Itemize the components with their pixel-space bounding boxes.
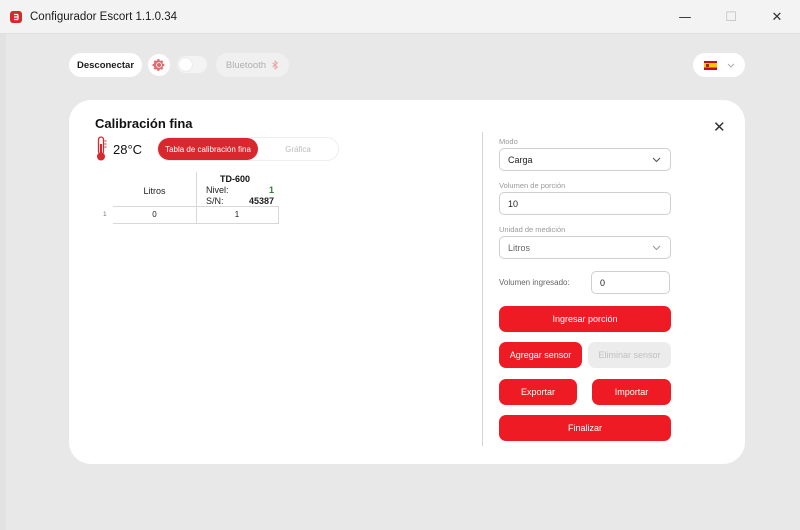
chevron-down-icon — [652, 157, 661, 163]
nivel-label: Nivel: — [206, 185, 229, 195]
nivel-value: 1 — [268, 185, 274, 195]
eliminar-sensor-button[interactable]: Eliminar sensor — [588, 342, 671, 368]
view-tabs: Tabla de calibración fina Gráfica — [157, 137, 339, 161]
litros-column-header: Litros — [143, 186, 166, 196]
window-title: Configurador Escort 1.1.0.34 — [30, 10, 178, 23]
row-index: 1 — [103, 211, 107, 218]
ingresar-porcion-button[interactable]: Ingresar porción — [499, 306, 671, 332]
sn-value: 45387 — [248, 196, 274, 206]
volumen-porcion-label: Volumen de porción — [499, 181, 566, 190]
modal-title: Calibración fina — [95, 116, 193, 131]
volumen-porcion-value: 10 — [508, 198, 519, 209]
sn-label: S/N: — [206, 196, 224, 206]
bluetooth-icon — [272, 59, 279, 70]
tab-calibration-table[interactable]: Tabla de calibración fina — [158, 138, 258, 160]
agregar-sensor-button[interactable]: Agregar sensor — [499, 342, 582, 368]
maximize-button[interactable]: ☐ — [708, 0, 754, 34]
bluetooth-label: Bluetooth — [225, 59, 267, 71]
chevron-down-icon — [727, 63, 734, 68]
gear-icon — [152, 59, 165, 71]
sensor-name: TD-600 — [220, 174, 251, 184]
thermometer-icon — [97, 136, 107, 161]
importar-button[interactable]: Importar — [592, 379, 671, 405]
temperature-readout: 28°C — [113, 142, 143, 157]
title-bar: Configurador Escort 1.1.0.34 — ☐ ✕ — [0, 0, 800, 34]
sensor-nivel-row: Nivel: 1 — [206, 185, 274, 195]
sensor-sn-row: S/N: 45387 — [206, 196, 274, 206]
volumen-ingresado-label: Volumen ingresado: — [499, 278, 570, 287]
close-icon[interactable]: ✕ — [713, 118, 726, 136]
exportar-button[interactable]: Exportar — [499, 379, 577, 405]
unidad-select[interactable]: Litros — [499, 236, 671, 259]
toggle-knob — [179, 58, 192, 71]
volumen-ingresado-input[interactable]: 0 — [591, 271, 670, 294]
app-logo-icon — [10, 10, 22, 23]
table-divider — [113, 223, 279, 224]
table-divider — [278, 206, 279, 224]
table-divider — [113, 206, 279, 207]
volumen-ingresado-value: 0 — [600, 277, 606, 288]
modo-label: Modo — [499, 137, 518, 146]
connection-toggle[interactable] — [177, 56, 207, 73]
panel-divider — [482, 132, 483, 446]
bluetooth-button[interactable]: Bluetooth — [216, 53, 289, 77]
minimize-button[interactable]: — — [662, 0, 708, 34]
nivel-cell[interactable]: 1 — [196, 210, 278, 219]
language-selector[interactable] — [693, 53, 745, 77]
close-window-button[interactable]: ✕ — [754, 0, 800, 34]
spain-flag-icon — [703, 60, 717, 70]
finalizar-button[interactable]: Finalizar — [499, 415, 671, 441]
settings-button[interactable] — [148, 54, 170, 76]
modo-select[interactable]: Carga — [499, 148, 671, 171]
disconnect-button[interactable]: Desconectar — [69, 53, 142, 77]
tab-chart[interactable]: Gráfica — [258, 138, 338, 160]
volumen-porcion-input[interactable]: 10 — [499, 192, 671, 215]
unidad-label: Unidad de medición — [499, 225, 566, 234]
background-window-edge — [0, 34, 6, 530]
litros-cell[interactable]: 0 — [113, 210, 196, 219]
modo-value: Carga — [508, 154, 533, 165]
calibration-modal: Calibración fina ✕ 28°C Tabla de calibra… — [69, 100, 745, 464]
unidad-value: Litros — [508, 242, 531, 253]
chevron-down-icon — [652, 245, 661, 251]
